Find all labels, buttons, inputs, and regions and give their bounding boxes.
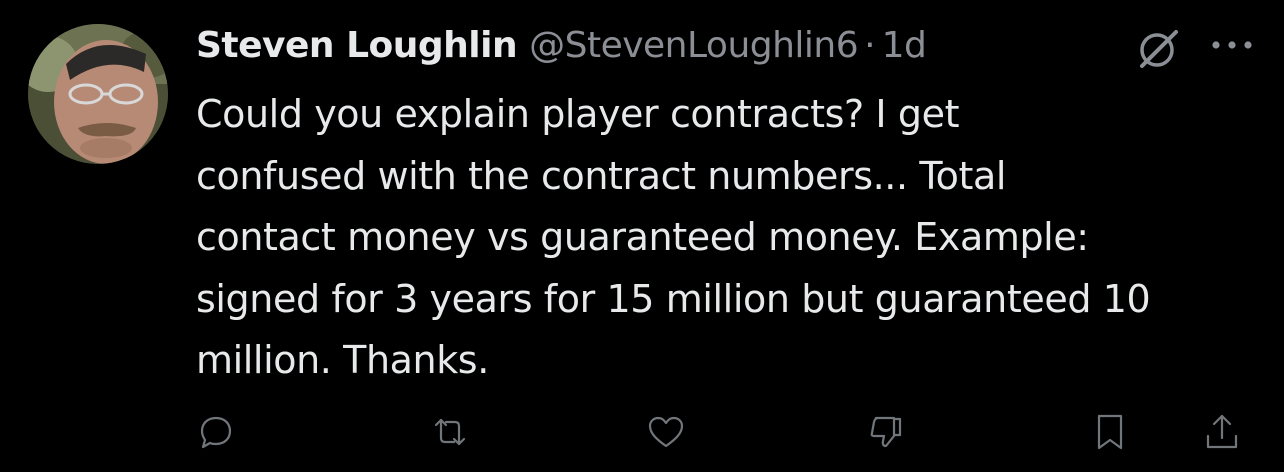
author-display-name[interactable]: Steven Loughlin bbox=[196, 22, 518, 70]
grok-icon[interactable] bbox=[1136, 26, 1182, 72]
retweet-icon[interactable] bbox=[424, 406, 476, 458]
like-icon[interactable] bbox=[640, 406, 692, 458]
reply-icon[interactable] bbox=[190, 406, 242, 458]
profile-photo bbox=[28, 24, 168, 164]
more-icon[interactable] bbox=[1208, 30, 1256, 60]
tweet-header: Steven Loughlin @StevenLoughlin6 · 1d bbox=[196, 22, 927, 70]
tweet-text: Could you explain player contracts? I ge… bbox=[196, 92, 1151, 382]
avatar[interactable] bbox=[28, 24, 168, 164]
tweet-timestamp[interactable]: 1d bbox=[882, 22, 927, 70]
author-handle[interactable]: @StevenLoughlin6 bbox=[529, 22, 859, 70]
dislike-icon[interactable] bbox=[860, 406, 912, 458]
tweet[interactable]: Steven Loughlin @StevenLoughlin6 · 1d Co… bbox=[0, 0, 1284, 472]
header-separator: · bbox=[864, 25, 876, 66]
tweet-action-bar bbox=[0, 406, 1284, 458]
bookmark-icon[interactable] bbox=[1084, 406, 1136, 458]
share-icon[interactable] bbox=[1196, 406, 1248, 458]
